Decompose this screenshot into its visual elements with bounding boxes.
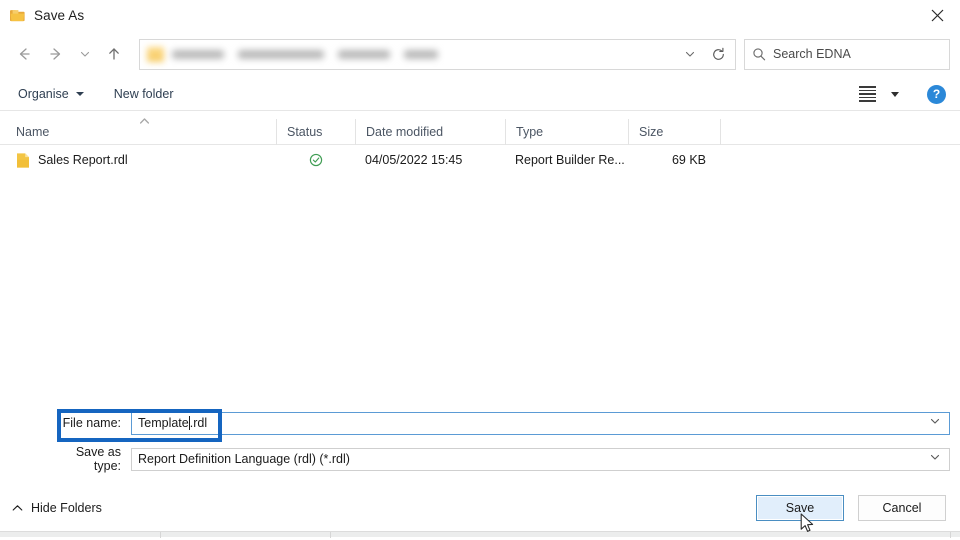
back-arrow-icon[interactable] — [8, 38, 40, 70]
breadcrumb-separator-icon — [327, 51, 335, 58]
desktop-strip — [0, 531, 960, 538]
address-bar[interactable] — [139, 38, 736, 70]
save-as-type-label: Save as type: — [75, 445, 121, 473]
sort-ascending-caret-icon — [139, 111, 150, 124]
address-dropdown-chevron-down-icon[interactable] — [677, 40, 703, 69]
chevron-up-icon — [12, 501, 23, 515]
column-header-size[interactable]: Size — [628, 118, 720, 145]
save-as-type-chevron-down-icon[interactable] — [929, 450, 941, 468]
forward-arrow-icon[interactable] — [40, 38, 72, 70]
organise-button[interactable]: Organise — [18, 87, 84, 101]
cancel-button[interactable]: Cancel — [858, 494, 946, 521]
file-name-value-text: Template — [138, 416, 189, 430]
hide-folders-label: Hide Folders — [31, 500, 102, 515]
dialog-footer: Hide Folders Save Cancel — [0, 483, 960, 531]
date-modified-cell: 04/05/2022 15:45 — [365, 153, 463, 167]
file-name-text: Sales Report.rdl — [38, 153, 128, 167]
column-header-date-modified[interactable]: Date modified — [355, 118, 505, 145]
file-size-cell: 69 KB — [671, 153, 706, 167]
file-rows-area[interactable]: Sales Report.rdl 04/05/2022 15:45 Report… — [0, 145, 960, 401]
breadcrumb-segment[interactable] — [238, 49, 324, 59]
navigation-bar: Search EDNA — [0, 30, 960, 78]
recent-locations-chevron-down-icon[interactable] — [72, 38, 98, 70]
save-form-panel: File name: Template.rdl Save as type: Re… — [0, 401, 960, 473]
file-name-extension-text: .rdl — [189, 416, 208, 430]
save-as-dialog: Save As Search EDNA Organise New folder … — [0, 0, 960, 531]
up-arrow-icon[interactable] — [98, 38, 130, 70]
file-name-cell[interactable]: Sales Report.rdl — [0, 145, 276, 175]
refresh-icon[interactable] — [703, 40, 733, 69]
breadcrumb-separator-icon — [227, 51, 235, 58]
save-button[interactable]: Save — [756, 494, 844, 521]
hide-folders-button[interactable]: Hide Folders — [12, 501, 102, 515]
help-icon[interactable]: ? — [927, 84, 946, 104]
file-name-input[interactable]: Template.rdl — [131, 411, 950, 435]
file-name-row: File name: Template.rdl — [0, 411, 960, 435]
command-bar: Organise New folder ? — [0, 78, 960, 110]
new-folder-button[interactable]: New folder — [114, 87, 174, 101]
breadcrumb[interactable] — [172, 49, 677, 59]
new-folder-label: New folder — [113, 87, 174, 101]
search-icon — [745, 47, 773, 61]
save-as-type-row: Save as type: Report Definition Language… — [0, 445, 960, 473]
close-icon[interactable] — [914, 0, 960, 30]
breadcrumb-segment[interactable] — [338, 49, 390, 59]
column-header-name[interactable]: Name — [0, 119, 276, 145]
file-name-chevron-down-icon[interactable] — [929, 414, 941, 432]
file-name-value: Template.rdl — [132, 416, 207, 430]
save-as-type-select[interactable]: Report Definition Language (rdl) (*.rdl) — [131, 447, 950, 471]
column-header-type[interactable]: Type — [505, 118, 628, 145]
column-header-spacer — [720, 118, 860, 145]
breadcrumb-segment[interactable] — [172, 49, 224, 59]
sync-status-cell — [276, 145, 355, 175]
breadcrumb-segment[interactable] — [404, 49, 438, 59]
save-as-type-value: Report Definition Language (rdl) (*.rdl) — [138, 452, 350, 466]
rdl-file-icon — [16, 152, 30, 169]
title-bar: Save As — [0, 0, 960, 30]
list-view-icon[interactable] — [859, 84, 881, 104]
file-type-cell: Report Builder Re... — [515, 153, 625, 167]
file-name-label: File name: — [62, 416, 121, 430]
table-row[interactable]: Sales Report.rdl 04/05/2022 15:45 Report… — [0, 145, 960, 175]
breadcrumb-folder-icon — [147, 46, 164, 62]
window-title: Save As — [34, 7, 85, 23]
chevron-down-icon — [75, 92, 84, 96]
save-as-folder-icon — [9, 7, 26, 24]
breadcrumb-separator-icon — [393, 51, 401, 58]
column-header-row: Name Status Date modified Type Size — [0, 118, 960, 145]
organise-label: Organise — [18, 87, 69, 101]
file-list: Name Status Date modified Type Size Sale… — [0, 110, 960, 401]
column-header-status[interactable]: Status — [276, 118, 355, 145]
view-options-chevron-down-icon[interactable] — [891, 91, 899, 97]
sync-complete-icon — [309, 153, 323, 167]
search-input[interactable]: Search EDNA — [744, 38, 950, 70]
search-placeholder: Search EDNA — [773, 47, 851, 61]
